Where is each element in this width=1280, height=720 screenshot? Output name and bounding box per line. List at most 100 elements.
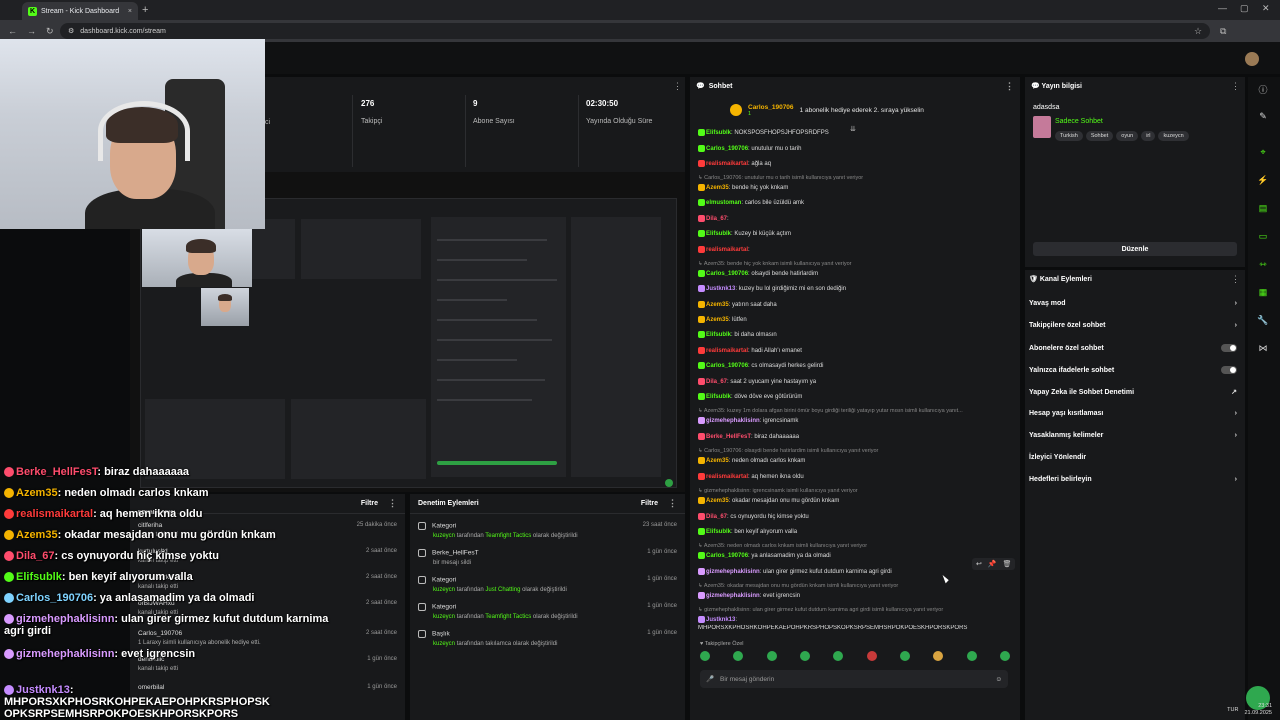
emote-icon[interactable] — [766, 651, 777, 661]
chat-message[interactable]: Carlos_190706: ya anlasamadim ya da olma… — [698, 552, 1012, 559]
toggle-switch[interactable] — [1221, 344, 1237, 352]
chat-username[interactable]: realismaikartal — [706, 161, 748, 167]
chat-username[interactable]: Carlos_190706 — [706, 146, 748, 152]
extensions-icon[interactable]: ⧉ — [1220, 26, 1226, 37]
info-circle-icon[interactable]: ⓘ — [1257, 83, 1269, 95]
chat-username[interactable]: gizmehephaklisinn — [706, 593, 760, 599]
back-icon[interactable]: ← — [8, 26, 17, 36]
channel-actions-menu-icon[interactable]: ⋮ — [1231, 274, 1240, 285]
channel-action-item[interactable]: Hesap yaşı kısıtlaması › — [1029, 410, 1237, 417]
chat-message[interactable]: Carlos_190706: cs olmasaydi herkes gelir… — [698, 362, 1012, 369]
moderation-menu-icon[interactable]: ⋮ — [668, 498, 677, 509]
chat-message[interactable]: Azem35: lütfen — [698, 316, 1012, 323]
channel-action-item[interactable]: Takipçilere özel sohbet › — [1029, 322, 1237, 329]
chat-reply-context[interactable]: ↳ gizmehephaklisinn: igrencsinamk isimli… — [698, 488, 1012, 494]
chat-username[interactable]: Dila_67 — [706, 216, 727, 222]
chat-message[interactable]: Azem35: bende hiç yok knkam — [698, 184, 1012, 191]
chat-reply-context[interactable]: ↳ Carlos_190706: unutulur mu o tarih isi… — [698, 175, 1012, 181]
emoji-icon[interactable]: ☺ — [995, 676, 1002, 683]
chat-menu-icon[interactable]: ⋮ — [1005, 81, 1014, 92]
activity-filter-button[interactable]: Filtre — [361, 500, 378, 507]
close-window-icon[interactable]: ✕ — [1262, 3, 1270, 14]
crosshair-icon[interactable]: ⌖ — [1257, 147, 1269, 159]
mic-icon[interactable]: 🎤 — [706, 675, 714, 683]
chat-username[interactable]: gizmehephaklisinn — [706, 418, 760, 424]
chat-message[interactable]: Elifsublk: NOKSPOSFHOPSJHFOPSRDFPS — [698, 129, 1012, 136]
channel-action-item[interactable]: Yalnızca ifadelerle sohbet — [1029, 366, 1237, 374]
chat-username[interactable]: Azem35 — [706, 498, 729, 504]
channel-action-item[interactable]: Yavaş mod › — [1029, 300, 1237, 307]
chat-username[interactable]: Elifsublk — [706, 231, 731, 237]
chat-message[interactable]: gizmehephaklisinn: ulan girer girmez kuf… — [698, 568, 1012, 575]
chat-username[interactable]: Azem35 — [706, 185, 729, 191]
site-info-icon[interactable]: ⚙ — [68, 27, 74, 35]
document-icon[interactable]: ▤ — [1257, 203, 1269, 215]
emote-icon[interactable] — [799, 651, 810, 661]
moderation-filter-button[interactable]: Filtre — [641, 500, 658, 507]
moderation-row-title[interactable]: Berke_HellFesT — [432, 550, 479, 557]
chat-reply-context[interactable]: ↳ Azem35: bende hiç yok knkam isimli kul… — [698, 261, 1012, 267]
chat-message[interactable]: gizmehephaklisinn: igrencsinamk — [698, 417, 1012, 424]
chat-message[interactable]: Azem35: neden olmadı carlos knkam — [698, 457, 1012, 464]
chat-message[interactable]: Elifsublk: ben keyif alıyorum valla — [698, 528, 1012, 535]
chat-message[interactable]: Elifsublk: döve döve eve götürürüm — [698, 393, 1012, 400]
chat-message[interactable]: Carlos_190706: unutulur mu o tarih — [698, 145, 1012, 152]
chat-username[interactable]: Elifsublk — [706, 130, 731, 136]
chat-username[interactable]: realismaikartal — [706, 474, 748, 480]
chat-username[interactable]: Azem35 — [706, 458, 729, 464]
chat-username[interactable]: Carlos_190706 — [706, 271, 748, 277]
chat-message[interactable]: Justknk13: kuzey bu lol girdiğimiz mi en… — [698, 285, 1012, 292]
chat-username[interactable]: Elifsublk — [706, 332, 731, 338]
stats-menu-icon[interactable]: ⋮ — [673, 81, 682, 92]
emote-icon[interactable] — [966, 651, 977, 661]
chat-message[interactable]: Dila_67: cs oynuyordu hiç kimse yoktu — [698, 513, 1012, 520]
channel-action-item[interactable]: Yapay Zeka ile Sohbet Denetimi ↗ — [1029, 388, 1237, 397]
emote-icon[interactable] — [866, 651, 877, 661]
pencil-icon[interactable]: ✎ — [1257, 111, 1269, 123]
moderation-actor[interactable]: kuzeycn — [433, 614, 455, 620]
chat-message[interactable]: Dila_67: — [698, 215, 1012, 222]
layout-icon[interactable]: ▦ — [1257, 287, 1269, 299]
expand-icon[interactable]: ⇿ — [1257, 259, 1269, 271]
reply-icon[interactable]: ↩ — [976, 560, 982, 568]
moderation-actor[interactable]: kuzeycn — [433, 533, 455, 539]
emote-icon[interactable] — [733, 651, 744, 661]
chat-username[interactable]: Dila_67 — [706, 379, 727, 385]
moderation-actor[interactable]: kuzeycn — [433, 641, 455, 647]
emote-icon[interactable] — [899, 651, 910, 661]
emote-icon[interactable] — [999, 651, 1010, 661]
chat-message[interactable]: Justknk13: — [698, 616, 1012, 623]
stream-category[interactable]: Sadece Sohbet — [1055, 118, 1103, 125]
chat-username[interactable]: Elifsublk — [706, 529, 731, 535]
chat-message[interactable]: realismaikartal: hadi Allah'ı emanet — [698, 347, 1012, 354]
emote-icon[interactable] — [833, 651, 844, 661]
stream-info-menu-icon[interactable]: ⋮ — [1231, 81, 1240, 92]
chat-message[interactable]: realismaikartal: — [698, 246, 1012, 253]
wrench-icon[interactable]: 🔧 — [1257, 315, 1269, 327]
chat-reply-context[interactable]: ↳ Carlos_190706: olsaydi bende hatirlard… — [698, 448, 1012, 454]
lightning-icon[interactable]: ⚡ — [1257, 175, 1269, 187]
chat-bubble-icon[interactable]: ▭ — [1257, 231, 1269, 243]
chat-username[interactable]: Carlos_190706 — [706, 553, 748, 559]
browser-tab[interactable]: K Stream - Kick Dashboard × — [22, 2, 138, 20]
edit-stream-info-button[interactable]: Düzenle — [1033, 242, 1237, 256]
pin-icon[interactable]: 📌 — [988, 560, 997, 568]
channel-action-item[interactable]: Abonelere özel sohbet — [1029, 344, 1237, 352]
toggle-switch[interactable] — [1221, 366, 1237, 374]
chat-message[interactable]: realismaikartal: ağla aq — [698, 160, 1012, 167]
minimize-icon[interactable]: — — [1218, 3, 1227, 13]
activity-menu-icon[interactable]: ⋮ — [388, 498, 397, 509]
chat-username[interactable]: Carlos_190706 — [706, 363, 748, 369]
chat-message-input[interactable]: 🎤 Bir mesaj gönderin ☺ — [700, 670, 1008, 688]
chat-username[interactable]: Justknk13 — [706, 286, 735, 292]
chat-message[interactable]: Carlos_190706: olsaydi bende hatirlardim — [698, 270, 1012, 277]
chat-username[interactable]: Justknk13 — [706, 617, 735, 623]
chat-username[interactable]: Azem35 — [706, 302, 729, 308]
delete-icon[interactable]: 🗑 — [1003, 560, 1012, 568]
gift-leaderboard-banner[interactable]: Carlos_190706 1 1 abonelik hediye ederek… — [730, 99, 980, 121]
chat-username[interactable]: Berke_HellFesT — [706, 434, 751, 440]
chat-message[interactable]: Dila_67: saat 2 uyucam yine hastayım ya — [698, 378, 1012, 385]
chat-reply-context[interactable]: ↳ gizmehephaklisinn: ulan girer girmez k… — [698, 607, 1012, 613]
emote-icon[interactable] — [933, 651, 944, 661]
chat-username[interactable]: elmustoman — [706, 200, 741, 206]
